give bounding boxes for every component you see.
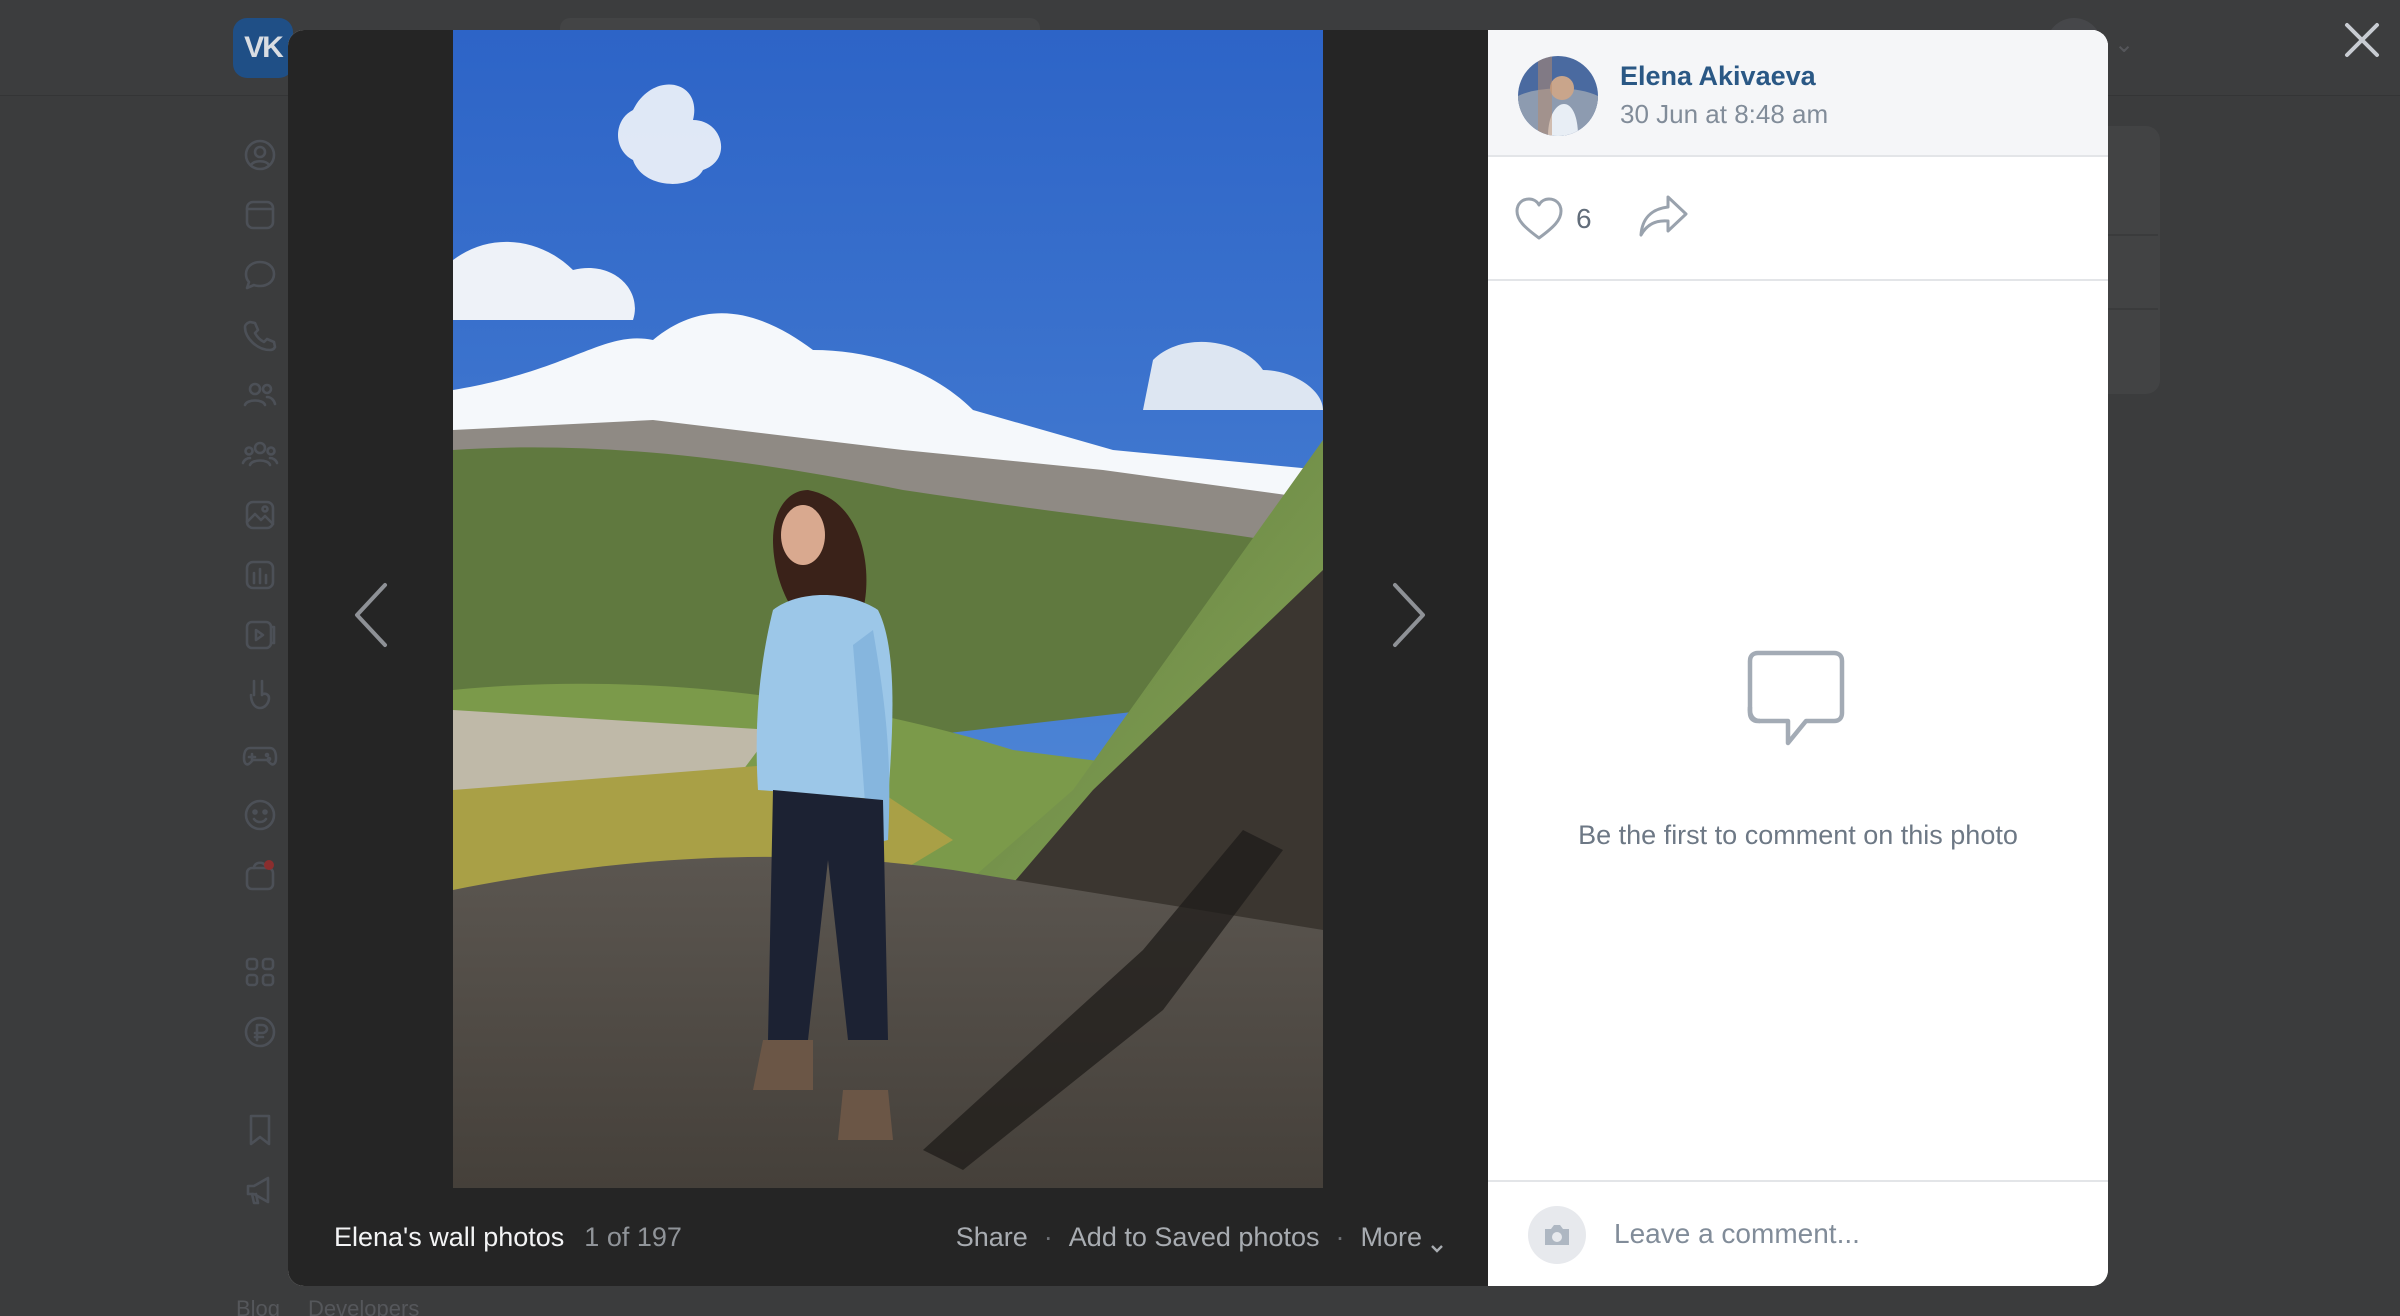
games-icon: [240, 735, 280, 775]
more-menu-button[interactable]: More: [1360, 1221, 1444, 1254]
post-header: Elena Akivaeva 30 Jun at 8:48 am: [1488, 30, 2108, 157]
next-photo-button[interactable]: [1374, 550, 1444, 680]
separator-dot: ·: [1335, 1221, 1345, 1252]
messages-icon: [240, 255, 280, 295]
photo-footer: Elena's wall photos 1 of 197 Share · Add…: [288, 1188, 1488, 1286]
add-to-saved-photos-link[interactable]: Add to Saved photos: [1069, 1222, 1320, 1253]
no-comments-message: Be the first to comment on this photo: [1578, 820, 2018, 850]
communities-icon: [240, 435, 280, 475]
chevron-right-icon: [1393, 583, 1425, 647]
comment-input[interactable]: [1602, 1204, 2072, 1264]
clips-icon: [240, 675, 280, 715]
comments-icon: [1740, 645, 1850, 755]
footer-link-blog[interactable]: Blog: [236, 1296, 280, 1316]
profile-icon: [240, 135, 280, 175]
photos-icon: [240, 495, 280, 535]
background-right-panel: [2108, 126, 2160, 394]
bookmarks-icon: [240, 1110, 280, 1150]
ads-icon: [240, 1170, 280, 1210]
separator-dot: ·: [1043, 1221, 1053, 1252]
camera-icon: [1545, 1225, 1569, 1245]
photo-pane: Elena's wall photos 1 of 197 Share · Add…: [288, 30, 1488, 1286]
post-date[interactable]: 30 Jun at 8:48 am: [1620, 99, 1828, 130]
photo-counter: 1 of 197: [584, 1221, 682, 1252]
background-chevron-icon: ⌄: [2114, 31, 2135, 58]
chevron-left-icon: [355, 583, 387, 647]
more-label: More: [1360, 1221, 1422, 1252]
previous-photo-button[interactable]: [336, 550, 406, 680]
friends-icon: [240, 375, 280, 415]
background-divider: [2108, 234, 2158, 236]
stickers-icon: [240, 795, 280, 835]
market-notification-dot: [264, 860, 274, 870]
video-icon: [240, 615, 280, 655]
author-name-link[interactable]: Elena Akivaeva: [1620, 61, 1816, 92]
market-icon: [240, 855, 280, 895]
close-button[interactable]: [2336, 14, 2388, 66]
news-icon: [240, 195, 280, 235]
chevron-down-icon: [1430, 1231, 1444, 1254]
background-footer-links: Blog Developers: [236, 1296, 419, 1316]
vk-logo[interactable]: VK: [233, 18, 293, 78]
share-button[interactable]: [1638, 193, 1694, 243]
author-avatar[interactable]: [1518, 56, 1598, 136]
share-arrow-icon: [1639, 195, 1688, 237]
close-icon: [2345, 23, 2379, 57]
album-title-link[interactable]: Elena's wall photos: [334, 1222, 564, 1253]
background-divider: [2108, 308, 2158, 310]
share-link[interactable]: Share: [956, 1222, 1028, 1253]
photo-actions: Share · Add to Saved photos · More: [956, 1188, 1444, 1286]
services-icon: [240, 952, 280, 992]
attach-photo-button[interactable]: [1528, 1206, 1586, 1264]
like-button[interactable]: 6: [1514, 191, 1592, 247]
reactions-bar: 6: [1488, 157, 2108, 281]
comment-composer: [1488, 1180, 2108, 1286]
photo-info-panel: Elena Akivaeva 30 Jun at 8:48 am 6 Be th…: [1488, 30, 2108, 1286]
photo-viewer: Elena's wall photos 1 of 197 Share · Add…: [288, 30, 2108, 1286]
vk-pay-icon: [240, 1012, 280, 1052]
heart-icon: [1515, 197, 1563, 240]
like-count: 6: [1576, 203, 1592, 234]
calls-icon: [240, 315, 280, 355]
photo-image[interactable]: [453, 30, 1323, 1188]
footer-link-developers[interactable]: Developers: [308, 1296, 419, 1316]
music-icon: [240, 555, 280, 595]
